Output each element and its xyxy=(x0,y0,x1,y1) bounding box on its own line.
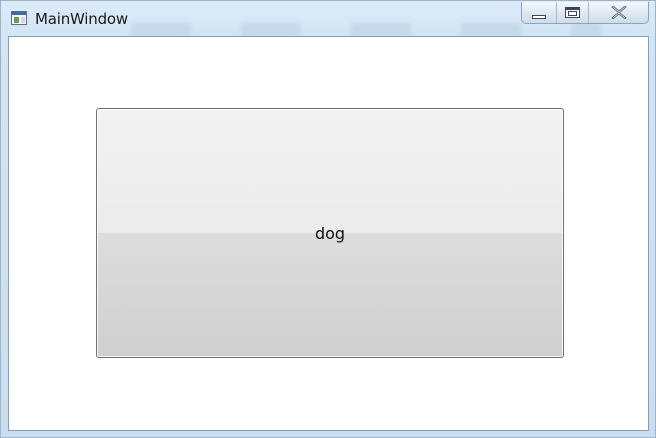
maximize-icon xyxy=(565,7,580,18)
main-window: MainWindow dog xyxy=(0,0,656,438)
minimize-button[interactable] xyxy=(522,2,556,23)
title-bar[interactable]: MainWindow xyxy=(1,1,655,37)
dog-button[interactable]: dog xyxy=(96,108,564,358)
caption-buttons xyxy=(521,2,649,24)
window-app-icon[interactable] xyxy=(11,11,27,25)
close-button[interactable] xyxy=(588,2,648,23)
maximize-button[interactable] xyxy=(556,2,588,23)
dog-button-label: dog xyxy=(314,223,346,243)
close-icon xyxy=(610,6,627,19)
minimize-icon xyxy=(532,14,546,19)
window-title: MainWindow xyxy=(35,10,128,28)
client-area: dog xyxy=(8,36,649,431)
